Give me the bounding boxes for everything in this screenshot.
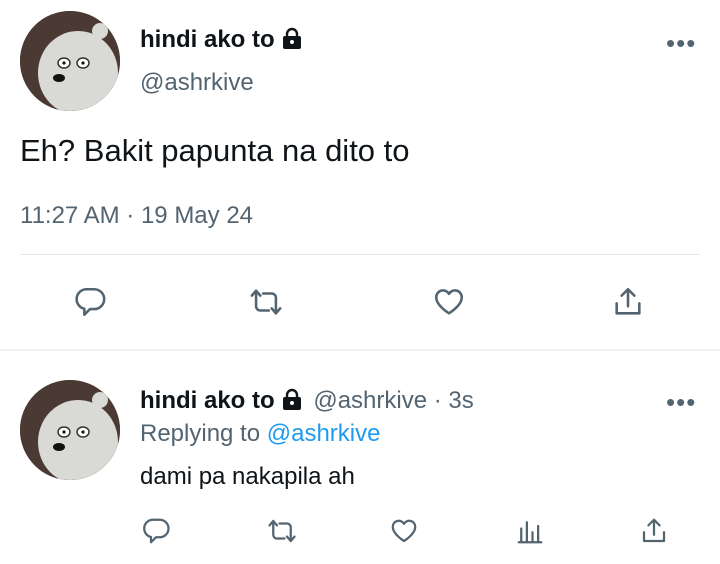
share-icon[interactable] bbox=[636, 513, 672, 549]
reply-separator: · bbox=[433, 387, 442, 414]
replying-to-label: Replying to bbox=[140, 420, 261, 447]
reply-icon[interactable] bbox=[138, 513, 174, 549]
main-display-name[interactable]: hindi ako to bbox=[140, 26, 303, 54]
main-display-name-text[interactable]: hindi ako to bbox=[140, 26, 275, 53]
main-avatar[interactable] bbox=[20, 11, 120, 111]
analytics-icon[interactable] bbox=[512, 513, 548, 549]
divider bbox=[20, 254, 700, 255]
more-icon[interactable]: ••• bbox=[666, 30, 696, 56]
main-handle[interactable]: @ashrkive bbox=[140, 69, 254, 97]
bear-avatar-image bbox=[20, 11, 120, 111]
main-timestamp[interactable]: 11:27 AM · 19 May 24 bbox=[20, 202, 253, 230]
lock-icon bbox=[281, 27, 303, 49]
reply-tweet-text: dami pa nakapila ah bbox=[140, 463, 355, 490]
share-icon[interactable] bbox=[608, 282, 648, 322]
reply-avatar[interactable] bbox=[20, 380, 120, 480]
retweet-icon[interactable] bbox=[246, 282, 286, 322]
main-tweet-text: Eh? Bakit papunta na dito to bbox=[20, 133, 410, 168]
retweet-icon[interactable] bbox=[264, 513, 300, 549]
replying-to-handle[interactable]: @ashrkive bbox=[267, 420, 381, 447]
section-divider bbox=[0, 349, 720, 351]
more-icon[interactable]: ••• bbox=[666, 389, 696, 415]
reply-display-name[interactable]: hindi ako to bbox=[140, 387, 275, 414]
bear-avatar-image bbox=[20, 380, 120, 480]
reply-header: hindi ako to @ashrkive · 3s bbox=[140, 387, 474, 415]
replying-to: Replying to @ashrkive bbox=[140, 420, 380, 448]
like-icon[interactable] bbox=[386, 513, 422, 549]
lock-icon bbox=[281, 388, 303, 410]
like-icon[interactable] bbox=[429, 282, 469, 322]
reply-time[interactable]: 3s bbox=[448, 387, 473, 414]
reply-icon[interactable] bbox=[70, 282, 110, 322]
reply-handle[interactable]: @ashrkive bbox=[313, 387, 427, 414]
